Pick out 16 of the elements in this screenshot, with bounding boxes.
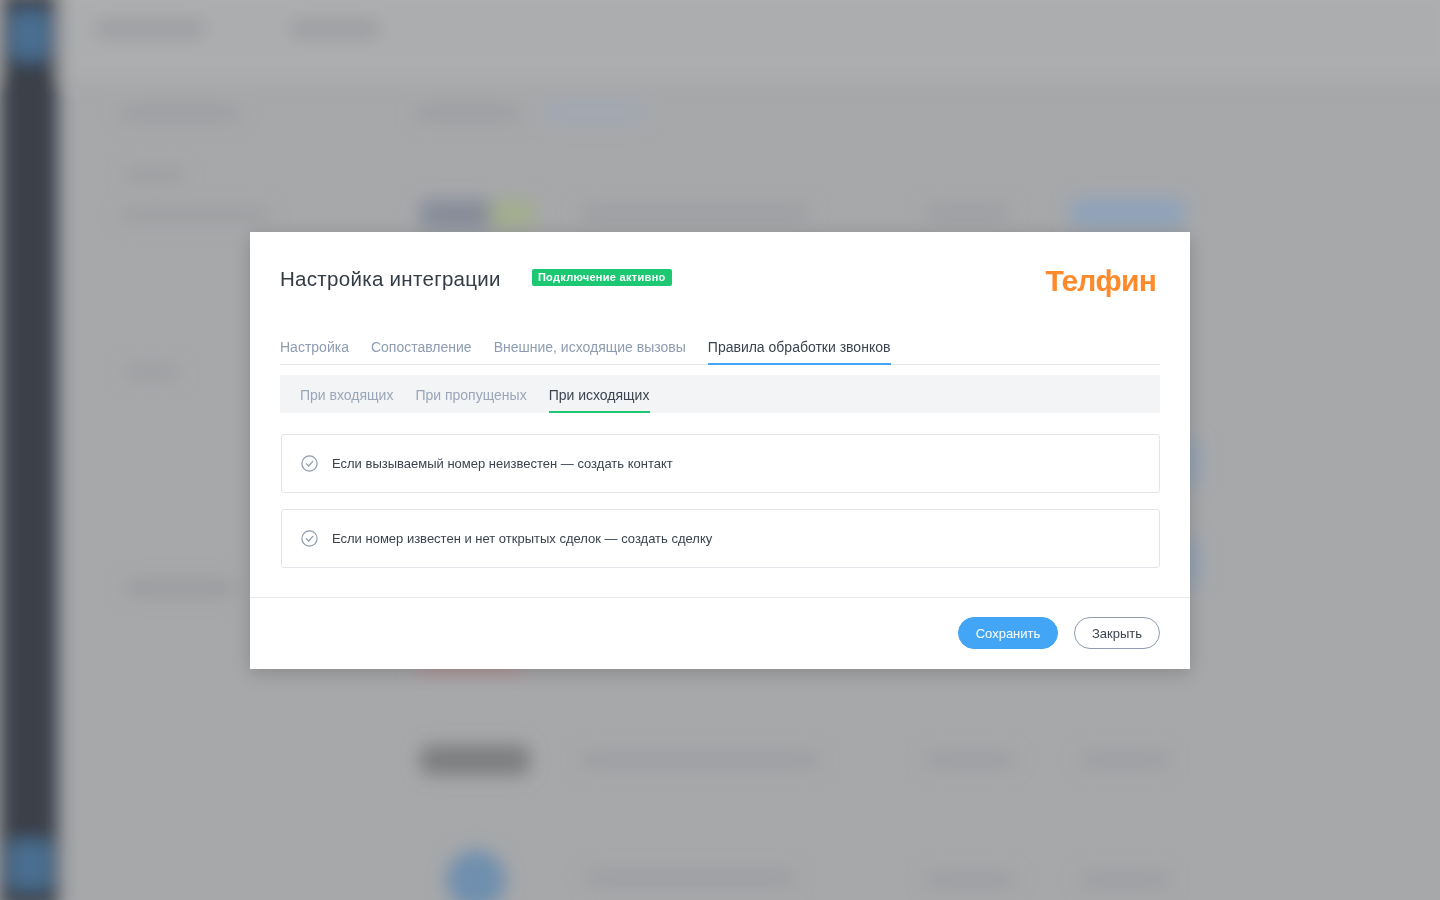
- brand-logo: Телфин: [1045, 264, 1156, 298]
- dialog-title: Настройка интеграции: [280, 266, 501, 291]
- settings-tab[interactable]: Сопоставление: [370, 332, 473, 365]
- call-type-tab[interactable]: При пропущеных: [415, 375, 528, 413]
- settings-tab[interactable]: Настройка: [280, 332, 350, 365]
- check-circle-icon: [301, 455, 318, 472]
- call-type-tab[interactable]: При исходящих: [548, 375, 651, 413]
- call-type-tab[interactable]: При входящих: [300, 375, 395, 413]
- check-circle-icon: [301, 530, 318, 547]
- settings-tab[interactable]: Правила обработки звонков: [707, 332, 892, 365]
- rule-text: Если вызываемый номер неизвестен — создать контакт: [332, 456, 673, 471]
- close-button[interactable]: Закрыть: [1074, 617, 1160, 649]
- connection-status-badge: Подключение активно: [531, 268, 672, 286]
- settings-tab[interactable]: Внешние, исходящие вызовы: [493, 332, 687, 365]
- save-button[interactable]: Сохранить: [958, 617, 1058, 649]
- rule-text: Если номер известен и нет открытых сделок — создать сделку: [332, 531, 713, 546]
